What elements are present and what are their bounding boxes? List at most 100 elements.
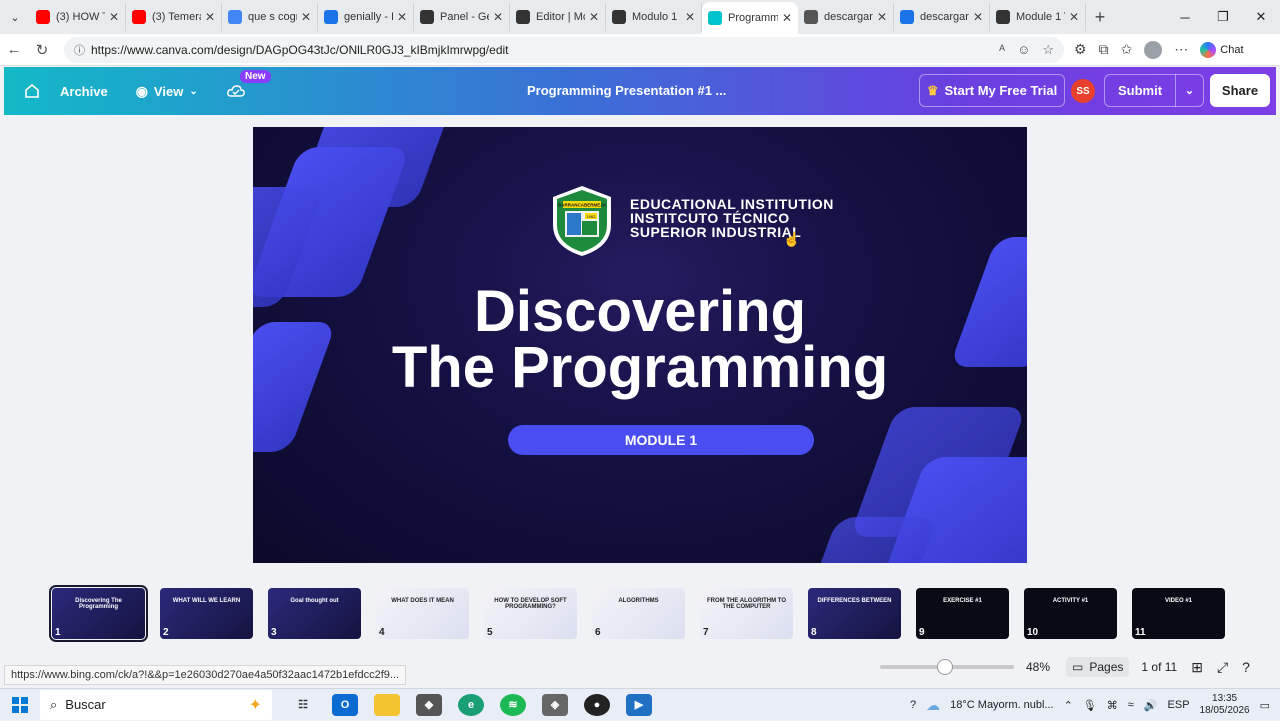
browser-tab[interactable]: Programm ✕: [702, 2, 798, 34]
extensions-icon[interactable]: ⚙: [1074, 41, 1087, 58]
volume-icon[interactable]: 🔊: [1144, 699, 1158, 712]
slide-canvas[interactable]: BARRANCABERMEJA 1962 EDUCATIONAL INSTITU…: [253, 127, 1027, 563]
new-tab-button[interactable]: +: [1086, 7, 1114, 28]
reader-icon[interactable]: ☺: [1017, 42, 1030, 58]
close-tab-icon[interactable]: ✕: [589, 10, 599, 24]
task-view-icon[interactable]: ☷: [290, 694, 316, 716]
close-tab-icon[interactable]: ✕: [877, 10, 887, 24]
browser-tab[interactable]: Editor | Mo ✕: [510, 3, 606, 31]
browser-tab[interactable]: Modulo 1 | ✕: [606, 3, 702, 31]
page-thumbnail[interactable]: Goal thought out 3: [268, 588, 361, 639]
browser-tab[interactable]: genially - B ✕: [318, 3, 414, 31]
more-icon[interactable]: ⋯: [1174, 41, 1188, 58]
close-tab-icon[interactable]: ✕: [493, 10, 503, 24]
page-thumbnail[interactable]: WHAT DOES IT MEAN 4: [376, 588, 469, 639]
favorites-icon[interactable]: ✩: [1121, 41, 1133, 58]
close-window-icon[interactable]: ✕: [1242, 0, 1280, 34]
split-screen-icon[interactable]: ⧉: [1099, 41, 1109, 58]
taskbar-search[interactable]: ⌕ Buscar ✦: [40, 689, 272, 720]
view-menu[interactable]: ◉ View ⌄: [136, 83, 198, 100]
close-tab-icon[interactable]: ✕: [685, 10, 695, 24]
user-avatar[interactable]: SS: [1071, 79, 1095, 103]
app-icon[interactable]: ◈: [542, 693, 568, 716]
url-field[interactable]: ⓘ https://www.canva.com/design/DAGpOG43t…: [64, 36, 1064, 63]
browser-tab[interactable]: descargar a ✕: [798, 3, 894, 31]
language-indicator[interactable]: ESP: [1168, 699, 1190, 711]
document-title[interactable]: Programming Presentation #1 ...: [527, 83, 726, 98]
pages-button[interactable]: ▭ Pages: [1066, 657, 1130, 677]
close-tab-icon[interactable]: ✕: [1069, 10, 1079, 24]
start-button[interactable]: [0, 696, 40, 713]
windows-logo-icon: [12, 696, 28, 713]
search-icon: [324, 10, 338, 24]
browser-tab[interactable]: (3) HOW TO ✕: [30, 3, 126, 31]
module-pill: MODULE 1: [508, 425, 814, 455]
browser-tab[interactable]: descargar v ✕: [894, 3, 990, 31]
profile-avatar[interactable]: [1144, 40, 1163, 59]
translate-icon[interactable]: ᴬ: [999, 42, 1005, 58]
maximize-icon[interactable]: ❐: [1204, 0, 1242, 34]
pinned-apps: ☷ O ◆ e ≋ ◈ ● ▶: [290, 693, 652, 716]
reload-icon[interactable]: ↻: [28, 41, 56, 59]
home-button[interactable]: [4, 67, 60, 115]
page-thumbnail[interactable]: ACTIVITY #1 10: [1024, 588, 1117, 639]
archive-menu[interactable]: Archive: [60, 84, 108, 99]
chevron-up-icon[interactable]: ⌃: [1064, 699, 1073, 712]
zoom-slider[interactable]: [880, 659, 1014, 675]
page-thumbnail[interactable]: Discovering The Programming 1: [49, 585, 148, 642]
browser-tab[interactable]: Panel - Ger ✕: [414, 3, 510, 31]
edge-icon[interactable]: e: [458, 693, 484, 716]
browser-tab[interactable]: que s cogn ✕: [222, 3, 318, 31]
close-tab-icon[interactable]: ✕: [109, 10, 119, 24]
app-icon[interactable]: ●: [584, 693, 610, 716]
help-icon[interactable]: ?: [1242, 659, 1250, 676]
grid-view-icon[interactable]: ⊞: [1191, 659, 1203, 676]
tab-search-button[interactable]: ⌄: [0, 0, 30, 34]
site-info-icon[interactable]: ⓘ: [74, 42, 85, 58]
editor-workspace: BARRANCABERMEJA 1962 EDUCATIONAL INSTITU…: [4, 115, 1276, 663]
copilot-chat-button[interactable]: Chat: [1200, 41, 1244, 58]
help-tray-icon[interactable]: ?: [910, 699, 916, 711]
outlook-icon[interactable]: O: [332, 693, 358, 716]
thumbnail-number: 9: [919, 627, 925, 638]
page-thumbnail[interactable]: DIFFERENCES BETWEEN 8: [808, 588, 901, 639]
submit-button[interactable]: Submit ⌄: [1104, 74, 1204, 107]
network-icon[interactable]: ⌘: [1107, 699, 1118, 712]
notifications-icon[interactable]: ▭: [1260, 699, 1270, 712]
close-tab-icon[interactable]: ✕: [205, 10, 215, 24]
close-tab-icon[interactable]: ✕: [301, 10, 311, 24]
site-icon: [420, 10, 434, 24]
wifi-icon[interactable]: ≈: [1128, 699, 1134, 711]
page-thumbnail[interactable]: HOW TO DEVELOP SOFT PROGRAMMING? 5: [484, 588, 577, 639]
app-icon[interactable]: ▶: [626, 693, 652, 716]
back-icon[interactable]: ←: [0, 41, 28, 58]
app-icon[interactable]: ◆: [416, 693, 442, 716]
zoom-percentage[interactable]: 48%: [1026, 660, 1050, 674]
start-free-trial-button[interactable]: ♛ Start My Free Trial: [919, 74, 1065, 107]
submit-options-chevron-icon[interactable]: ⌄: [1176, 84, 1203, 97]
thumbnail-text: HOW TO DEVELOP SOFT PROGRAMMING?: [494, 598, 567, 610]
close-tab-icon[interactable]: ✕: [973, 10, 983, 24]
fullscreen-icon[interactable]: ⤢: [1217, 659, 1228, 676]
favorite-star-icon[interactable]: ☆: [1042, 42, 1054, 58]
clock[interactable]: 13:35 18/05/2026: [1200, 693, 1250, 717]
page-thumbnail[interactable]: FROM THE ALGORITHM TO THE COMPUTER 7: [700, 588, 793, 639]
page-thumbnail[interactable]: EXERCISE #1 9: [916, 588, 1009, 639]
minimize-icon[interactable]: ─: [1166, 0, 1204, 34]
zoom-slider-knob[interactable]: [937, 659, 953, 675]
page-thumbnail[interactable]: ALGORITHMS 6: [592, 588, 685, 639]
microphone-icon[interactable]: 🎙: [1083, 699, 1097, 712]
weather-icon[interactable]: ☁: [926, 697, 940, 714]
file-explorer-icon[interactable]: [374, 693, 400, 716]
weather-text[interactable]: 18°C Mayorm. nubl...: [950, 699, 1053, 711]
browser-tab[interactable]: Module 1 \ ✕: [990, 3, 1086, 31]
page-thumbnail[interactable]: VIDEO #1 11: [1132, 588, 1225, 639]
thumbnail-number: 4: [379, 627, 385, 638]
spotify-icon[interactable]: ≋: [500, 693, 526, 716]
save-status-button[interactable]: [226, 83, 246, 99]
close-tab-icon[interactable]: ✕: [782, 11, 792, 25]
browser-tab[interactable]: (3) Temera ✕: [126, 3, 222, 31]
share-button[interactable]: Share: [1210, 74, 1270, 107]
close-tab-icon[interactable]: ✕: [397, 10, 407, 24]
page-thumbnail[interactable]: WHAT WILL WE LEARN 2: [160, 588, 253, 639]
